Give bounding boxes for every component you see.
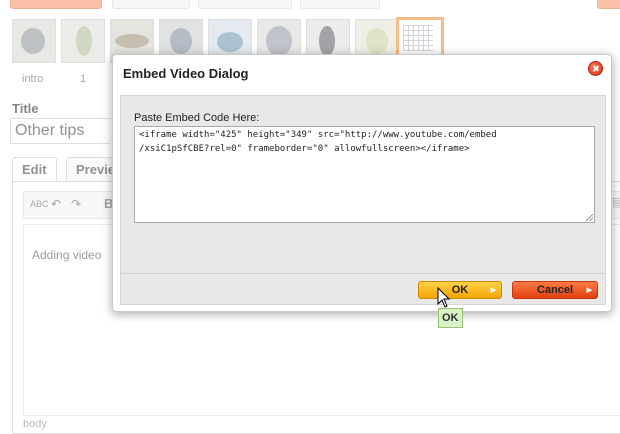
cancel-button[interactable]: Cancel ▶ (512, 281, 598, 299)
paste-label: Paste Embed Code Here: (134, 112, 260, 124)
footer-divider (121, 273, 605, 274)
close-icon[interactable] (588, 61, 603, 76)
cancel-button-label: Cancel (536, 284, 574, 296)
arrow-right-icon: ▶ (586, 287, 592, 294)
ok-tooltip: OK (438, 308, 463, 328)
dialog-body: Paste Embed Code Here: <iframe width="42… (120, 95, 606, 305)
ok-button-label: OK (451, 284, 469, 296)
mouse-pointer-icon (437, 287, 451, 308)
dialog-title: Embed Video Dialog (123, 66, 249, 81)
embed-video-dialog: Embed Video Dialog Paste Embed Code Here… (112, 54, 612, 312)
ok-button[interactable]: OK ▶ (418, 281, 502, 299)
resize-grip-icon[interactable] (586, 214, 593, 221)
embed-code-textarea[interactable]: <iframe width="425" height="349" src="ht… (134, 126, 595, 223)
arrow-right-icon: ▶ (490, 287, 496, 294)
